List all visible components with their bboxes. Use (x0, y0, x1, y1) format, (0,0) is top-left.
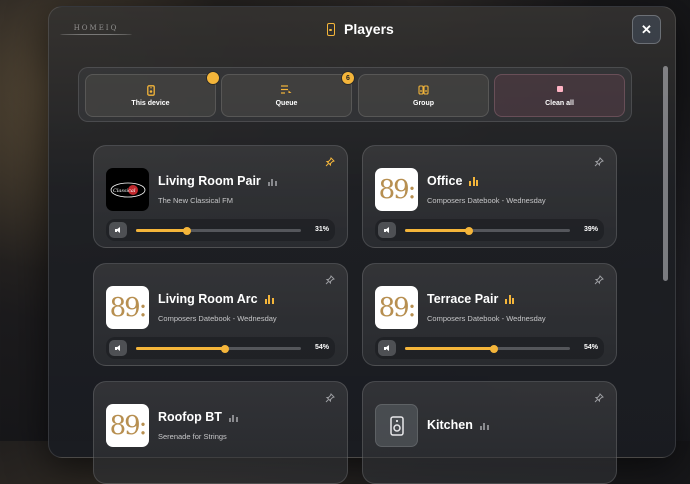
pin-icon[interactable] (594, 275, 604, 288)
brand-logo: HOMEIQ (56, 18, 136, 46)
volume-percent: 54% (314, 344, 329, 351)
mute-button[interactable] (109, 222, 127, 238)
group-button[interactable]: Group (358, 74, 489, 117)
pin-icon[interactable] (325, 157, 335, 170)
album-art-text: 89: (109, 292, 148, 323)
player-name: Living Room Pair (158, 174, 261, 188)
mute-button[interactable] (378, 340, 396, 356)
volume-icon (115, 345, 120, 351)
brand-logo-text: HOMEIQ (73, 24, 119, 32)
album-art: 89: (375, 168, 418, 211)
queue-button[interactable]: Queue (221, 74, 352, 117)
dialog-title: Players (344, 21, 394, 37)
album-art-text: 89: (378, 292, 417, 323)
this-device-badge (206, 71, 220, 85)
volume-slider[interactable] (136, 226, 301, 235)
speaker-icon (327, 22, 335, 36)
stop-icon (556, 85, 564, 95)
equalizer-icon (228, 412, 238, 422)
now-playing: Composers Datebook - Wednesday (158, 314, 277, 323)
volume-percent: 54% (583, 344, 598, 351)
scrollbar-thumb[interactable] (663, 66, 668, 281)
volume-slider[interactable] (405, 344, 570, 353)
album-art-text: 89: (378, 174, 417, 205)
player-name: Living Room Arc (158, 292, 258, 306)
equalizer-icon (505, 294, 515, 304)
brand-swoosh (60, 34, 132, 35)
volume-percent: 31% (314, 226, 329, 233)
volume-control: 54% (375, 337, 604, 359)
volume-icon (384, 227, 389, 233)
queue-icon (281, 84, 292, 95)
now-playing: Composers Datebook - Wednesday (427, 314, 546, 323)
queue-label: Queue (275, 99, 298, 107)
equalizer-icon (479, 420, 489, 430)
player-name: Office (427, 174, 463, 188)
this-device-label: This device (131, 99, 170, 107)
album-art: 89: (106, 286, 149, 329)
player-card[interactable]: 89: Living Room Arc Composers Datebook -… (93, 263, 348, 366)
equalizer-icon (469, 176, 479, 186)
svg-text:Classical: Classical (113, 188, 136, 194)
now-playing: Composers Datebook - Wednesday (427, 196, 546, 205)
equalizer-icon (264, 294, 274, 304)
classical-fm-logo: Classical (106, 168, 149, 211)
now-playing: The New Classical FM (158, 196, 234, 205)
player-card[interactable]: Classical Living Room Pair The New Class… (93, 145, 348, 248)
volume-slider[interactable] (136, 344, 301, 353)
player-actions-toolbar: This device Queue 6 Group Clean all (78, 67, 632, 122)
group-label: Group (413, 99, 434, 107)
volume-percent: 39% (583, 226, 598, 233)
player-name: Terrace Pair (427, 292, 499, 306)
equalizer-icon (267, 176, 277, 186)
album-art-text: 89: (109, 410, 148, 441)
dialog-header: Players (327, 21, 394, 37)
pin-icon[interactable] (594, 157, 604, 170)
pin-icon[interactable] (594, 393, 604, 406)
volume-control: 31% (106, 219, 335, 241)
album-art: 89: (375, 286, 418, 329)
player-card[interactable]: 89: Office Composers Datebook - Wednesda… (362, 145, 617, 248)
this-device-button[interactable]: This device (85, 74, 216, 117)
pin-icon[interactable] (325, 393, 335, 406)
pin-icon[interactable] (325, 275, 335, 288)
player-card[interactable]: 89: Terrace Pair Composers Datebook - We… (362, 263, 617, 366)
player-card[interactable]: 89: Roofop BT Serenade for Strings (93, 381, 348, 484)
volume-control: 54% (106, 337, 335, 359)
group-icon (418, 84, 429, 95)
player-name: Roofop BT (158, 410, 222, 424)
volume-slider[interactable] (405, 226, 570, 235)
volume-control: 39% (375, 219, 604, 241)
now-playing: Serenade for Strings (158, 432, 227, 441)
mute-button[interactable] (109, 340, 127, 356)
player-card[interactable]: Kitchen (362, 381, 617, 484)
player-name: Kitchen (427, 418, 473, 432)
clean-all-button[interactable]: Clean all (494, 74, 625, 117)
speaker-icon (146, 84, 155, 96)
volume-icon (115, 227, 120, 233)
mute-button[interactable] (378, 222, 396, 238)
queue-count-badge: 6 (341, 71, 355, 85)
volume-icon (384, 345, 389, 351)
clean-all-label: Clean all (545, 99, 574, 107)
close-button[interactable]: ✕ (632, 15, 661, 44)
